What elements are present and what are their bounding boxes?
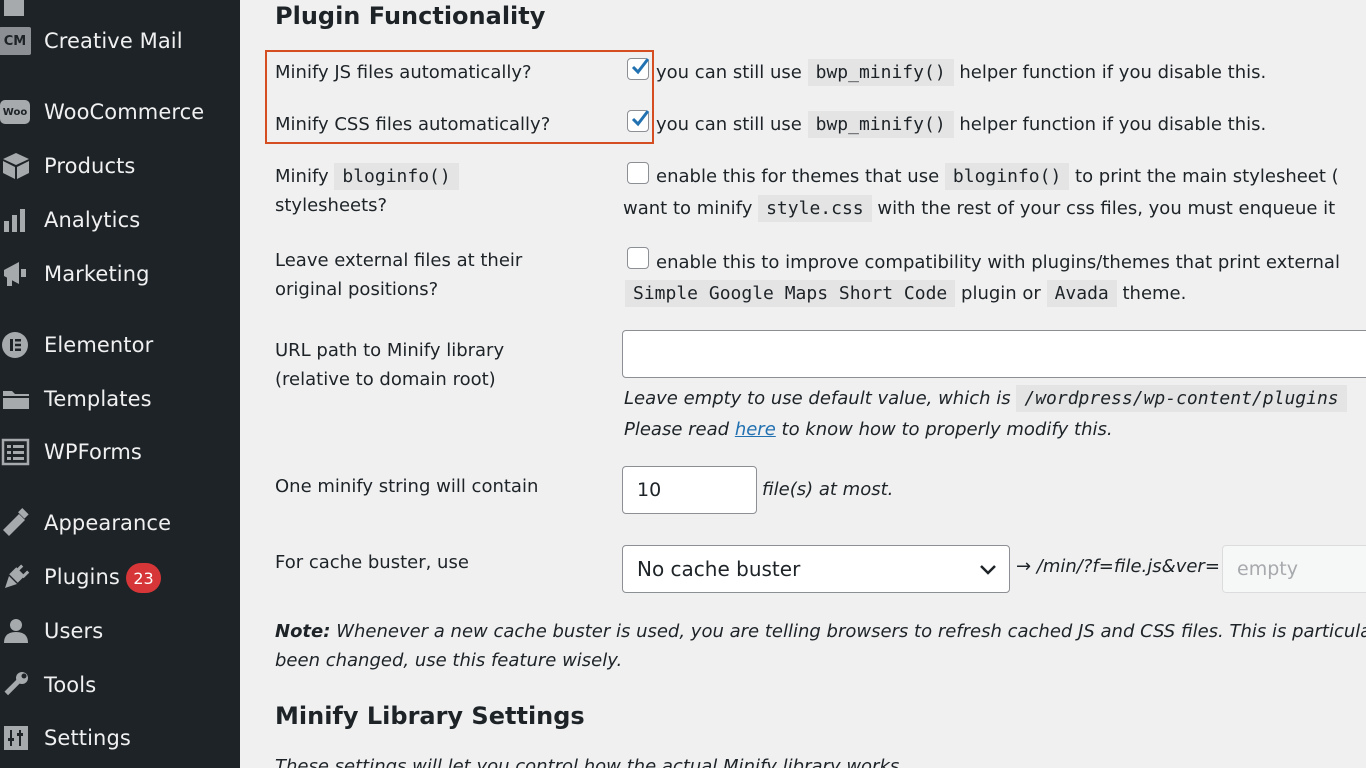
- minify-url-hint-line1: Leave empty to use default value, which …: [624, 385, 1347, 412]
- minify-css-description: you can still use bwp_minify() helper fu…: [656, 111, 1266, 138]
- analytics-icon: [0, 204, 32, 236]
- dashboard-icon: [0, 0, 32, 20]
- section-title-minify-library: Minify Library Settings: [275, 702, 585, 730]
- sidebar-item-marketing[interactable]: Marketing: [0, 254, 240, 294]
- cache-buster-select[interactable]: No cache buster: [622, 545, 1010, 593]
- sidebar-item-label: Templates: [44, 387, 152, 411]
- minify-js-label: Minify JS files automatically?: [275, 62, 532, 83]
- elementor-icon: [0, 329, 32, 361]
- external-files-label: Leave external files at their original p…: [275, 250, 523, 300]
- minify-js-description: you can still use bwp_minify() helper fu…: [656, 59, 1266, 86]
- sidebar-item-tools[interactable]: Tools: [0, 665, 240, 705]
- minify-url-hint-line2: Please read here to know how to properly…: [624, 419, 1113, 440]
- creative-mail-icon: CM: [0, 25, 32, 57]
- sidebar-item-label: Settings: [44, 726, 131, 750]
- users-icon: [0, 615, 32, 647]
- read-here-link[interactable]: here: [735, 419, 776, 440]
- sidebar-item-label: Plugins: [44, 565, 120, 589]
- sidebar-item-templates[interactable]: Templates: [0, 379, 240, 419]
- cache-buster-label: For cache buster, use: [275, 552, 469, 573]
- minify-bloginfo-label: Minify bloginfo() stylesheets?: [275, 162, 459, 220]
- code-snippet: Avada: [1046, 280, 1117, 307]
- sidebar-item-label: Tools: [44, 673, 97, 697]
- sidebar-item-users[interactable]: Users: [0, 611, 240, 651]
- minify-bloginfo-checkbox[interactable]: [627, 162, 649, 184]
- files-per-string-input[interactable]: 10: [622, 466, 757, 514]
- code-snippet: bloginfo(): [334, 163, 459, 190]
- sidebar-item-label: WooCommerce: [44, 100, 205, 124]
- sidebar-item-elementor[interactable]: Elementor: [0, 325, 240, 365]
- settings-icon: [0, 722, 32, 754]
- cache-buster-version-input[interactable]: empty: [1222, 545, 1366, 593]
- checkmark-icon: [631, 58, 650, 75]
- code-snippet: bwp_minify(): [807, 59, 954, 86]
- cache-buster-selected-value: No cache buster: [637, 557, 801, 581]
- admin-sidebar: CM Creative Mail Woo WooCommerce Product…: [0, 0, 240, 768]
- sidebar-item-analytics[interactable]: Analytics: [0, 200, 240, 240]
- sidebar-item-wpforms[interactable]: WPForms: [0, 432, 240, 472]
- sidebar-item-woocommerce[interactable]: Woo WooCommerce: [0, 92, 240, 132]
- external-files-description-line2: Simple Google Maps Short Code plugin or …: [625, 280, 1186, 307]
- sidebar-item-label: Users: [44, 619, 104, 643]
- code-snippet: bloginfo(): [944, 163, 1070, 190]
- checkmark-icon: [631, 110, 650, 127]
- plugins-update-count-badge: 23: [126, 563, 161, 593]
- templates-icon: [0, 383, 32, 415]
- files-per-string-suffix: file(s) at most.: [762, 479, 894, 500]
- wpforms-icon: [0, 436, 32, 468]
- section-title: Plugin Functionality: [275, 2, 546, 30]
- cache-buster-note-line1: Note: Whenever a new cache buster is use…: [275, 621, 1366, 642]
- code-snippet: style.css: [758, 195, 872, 222]
- cache-buster-path: → /min/?f=file.js&ver=: [1016, 556, 1220, 577]
- sidebar-item-label: Creative Mail: [44, 29, 183, 53]
- sidebar-item-settings[interactable]: Settings: [0, 718, 240, 758]
- external-files-description-line1: enable this to improve compatibility wit…: [656, 252, 1340, 273]
- marketing-icon: [0, 258, 32, 290]
- plugins-icon: [0, 561, 32, 593]
- note-label: Note:: [275, 621, 331, 642]
- sidebar-item-products[interactable]: Products: [0, 146, 240, 186]
- external-files-checkbox[interactable]: [627, 247, 649, 269]
- minify-css-checkbox[interactable]: [627, 110, 650, 132]
- minify-url-input[interactable]: [622, 330, 1366, 378]
- minify-library-description: These settings will let you control how …: [275, 756, 905, 768]
- sidebar-item-label: WPForms: [44, 440, 142, 464]
- tools-icon: [0, 669, 32, 701]
- minify-url-label: URL path to Minify library (relative to …: [275, 340, 505, 390]
- products-icon: [0, 150, 32, 182]
- cache-buster-note-line2: been changed, use this feature wisely.: [275, 650, 623, 671]
- settings-content: Plugin Functionality Minify JS files aut…: [240, 0, 1366, 768]
- sidebar-item-label: Marketing: [44, 262, 150, 286]
- sidebar-item-label: Appearance: [44, 511, 172, 535]
- sidebar-item-plugins[interactable]: Plugins 23: [0, 557, 240, 597]
- code-snippet: Simple Google Maps Short Code: [625, 280, 956, 307]
- minify-bloginfo-description-line1: enable this for themes that use bloginfo…: [656, 163, 1339, 190]
- code-snippet: bwp_minify(): [807, 111, 954, 138]
- appearance-icon: [0, 507, 32, 539]
- code-snippet: /wordpress/wp-content/plugins: [1016, 385, 1347, 412]
- minify-bloginfo-description-line2: want to minify style.css with the rest o…: [623, 195, 1335, 222]
- minify-js-checkbox[interactable]: [627, 58, 650, 80]
- sidebar-item-label: Elementor: [44, 333, 154, 357]
- chevron-down-icon: [980, 565, 996, 575]
- woocommerce-icon: Woo: [0, 96, 32, 128]
- sidebar-item-label: Analytics: [44, 208, 141, 232]
- sidebar-item-appearance[interactable]: Appearance: [0, 503, 240, 543]
- sidebar-item-creative-mail[interactable]: CM Creative Mail: [0, 21, 240, 61]
- minify-css-label: Minify CSS files automatically?: [275, 114, 551, 135]
- minify-string-label: One minify string will contain: [275, 476, 539, 497]
- sidebar-item-label: Products: [44, 154, 136, 178]
